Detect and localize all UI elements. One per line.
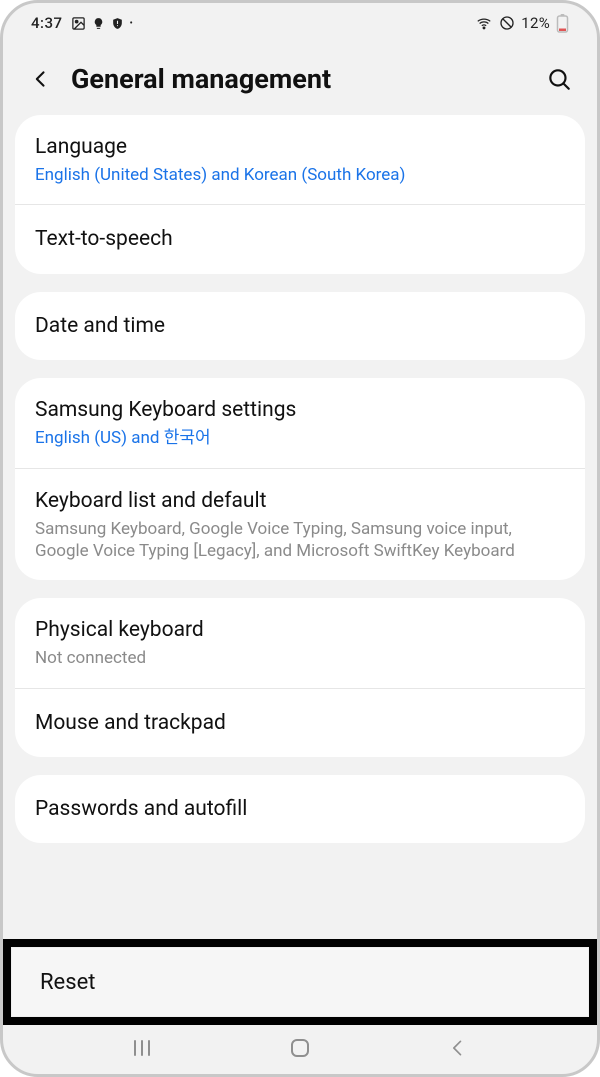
battery-icon (556, 13, 569, 33)
nav-back-button[interactable] (428, 1033, 488, 1063)
settings-item-keyboard-list[interactable]: Keyboard list and default Samsung Keyboa… (15, 468, 585, 581)
item-title: Keyboard list and default (35, 487, 565, 515)
item-subtitle: English (US) and 한국어 (35, 427, 565, 449)
settings-group: Passwords and autofill (15, 775, 585, 843)
battery-percent: 12% (521, 14, 550, 32)
settings-item-tts[interactable]: Text-to-speech (15, 204, 585, 273)
item-title: Date and time (35, 312, 565, 340)
item-title: Physical keyboard (35, 616, 565, 644)
status-time: 4:37 (31, 14, 63, 32)
search-button[interactable] (543, 63, 575, 95)
shield-icon (111, 16, 124, 31)
settings-item-passwords[interactable]: Passwords and autofill (15, 775, 585, 843)
settings-item-mouse[interactable]: Mouse and trackpad (15, 688, 585, 757)
item-title: Reset (40, 970, 95, 995)
page-header: General management (3, 37, 597, 115)
item-title: Samsung Keyboard settings (35, 396, 565, 424)
settings-item-samsung-keyboard[interactable]: Samsung Keyboard settings English (US) a… (15, 378, 585, 467)
settings-item-reset[interactable]: Reset (11, 947, 589, 1017)
status-bar: 4:37 • 12% (3, 3, 597, 37)
settings-item-physical-keyboard[interactable]: Physical keyboard Not connected (15, 598, 585, 687)
settings-group: Language English (United States) and Kor… (15, 115, 585, 274)
item-subtitle: Samsung Keyboard, Google Voice Typing, S… (35, 518, 565, 562)
item-title: Passwords and autofill (35, 795, 565, 823)
item-title: Text-to-speech (35, 225, 565, 253)
no-signal-icon (499, 15, 515, 31)
nav-recents-button[interactable] (112, 1033, 172, 1063)
settings-group: Physical keyboard Not connected Mouse an… (15, 598, 585, 757)
wifi-icon (475, 16, 493, 31)
nav-bar (3, 1022, 597, 1074)
phone-frame: 4:37 • 12% (0, 0, 600, 1077)
settings-item-language[interactable]: Language English (United States) and Kor… (15, 115, 585, 204)
item-title: Mouse and trackpad (35, 709, 565, 737)
bulb-icon (92, 16, 105, 31)
item-subtitle: English (United States) and Korean (Sout… (35, 164, 565, 186)
settings-item-datetime[interactable]: Date and time (15, 292, 585, 360)
item-title: Language (35, 133, 565, 161)
settings-group: Samsung Keyboard settings English (US) a… (15, 378, 585, 580)
back-button[interactable] (25, 63, 57, 95)
page-title: General management (71, 63, 529, 95)
dot-icon: • (130, 18, 133, 29)
picture-icon (71, 16, 86, 31)
settings-group: Date and time (15, 292, 585, 360)
nav-home-button[interactable] (270, 1033, 330, 1063)
item-subtitle: Not connected (35, 647, 565, 669)
highlight-overlay: Reset (3, 939, 597, 1025)
settings-content: Language English (United States) and Kor… (3, 115, 597, 843)
